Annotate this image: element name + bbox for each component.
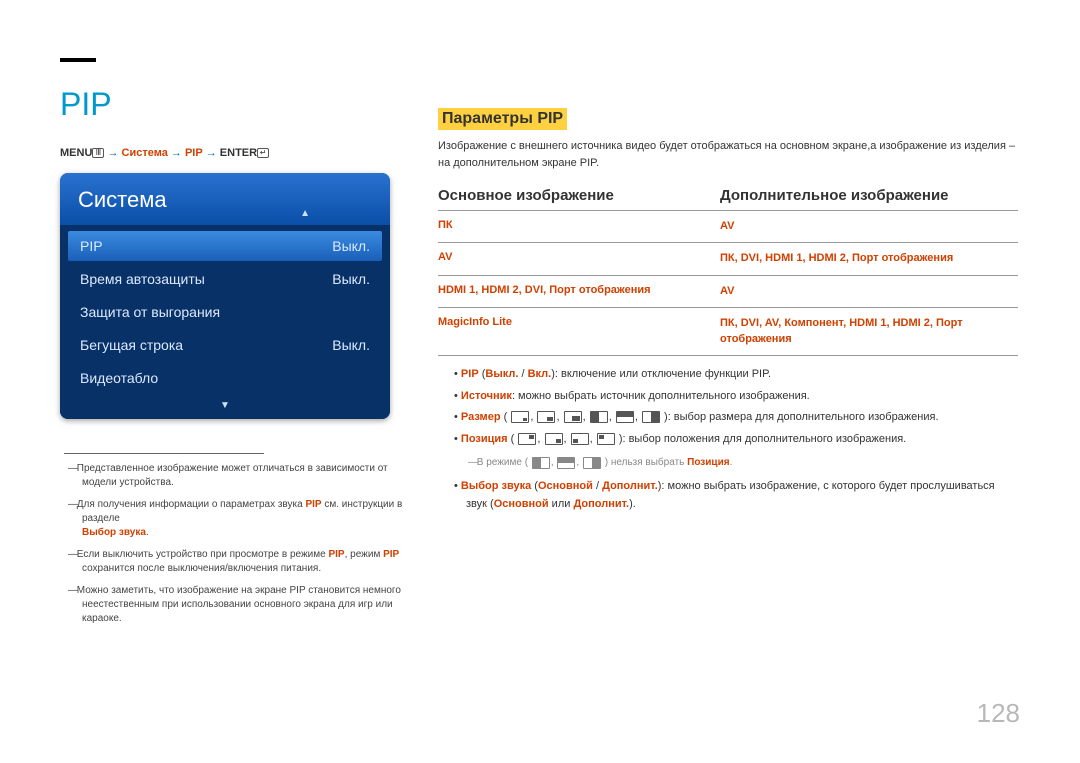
left-column: PIP MENUⅢ → Система → PIP → ENTER↵ Систе…: [60, 50, 420, 634]
arrow-icon: →: [206, 147, 217, 159]
menu-header-title: Система: [78, 187, 167, 212]
menu-icon: Ⅲ: [92, 148, 104, 158]
bullet-sound: Выбор звука (Основной / Дополнит.): можн…: [438, 478, 1018, 513]
menu-item-label: Бегущая строка: [80, 337, 183, 353]
menu-item-pip[interactable]: PIP Выкл.: [68, 231, 382, 261]
size-icon: [564, 411, 582, 423]
right-column: Параметры PIP Изображение с внешнего ист…: [438, 50, 1018, 518]
mode-icon: [583, 457, 601, 469]
page-title: PIP: [60, 86, 420, 123]
bullet-note: В режиме ( , , ) нельзя выбрать Позиция.: [438, 456, 1018, 470]
breadcrumb-menu: MENU: [60, 147, 92, 159]
table-headers: Основное изображение Дополнительное изоб…: [438, 187, 1018, 204]
cell-sub: ПК, DVI, AV, Компонент, HDMI 1, HDMI 2, …: [720, 316, 1018, 347]
section-description: Изображение с внешнего источника видео б…: [438, 138, 1018, 171]
cell-sub: ПК, DVI, HDMI 1, HDMI 2, Порт отображени…: [720, 251, 1018, 266]
cell-main: ПК: [438, 219, 720, 234]
enter-icon: ↵: [257, 148, 269, 158]
menu-item-label: PIP: [80, 238, 103, 254]
footnote: Если выключить устройство при просмотре …: [60, 548, 420, 576]
breadcrumb-enter: ENTER: [220, 147, 257, 159]
menu-item-label: Время автозащиты: [80, 271, 205, 287]
cell-sub: AV: [720, 284, 1018, 299]
cell-main: MagicInfo Lite: [438, 316, 720, 347]
table-row: AV ПК, DVI, HDMI 1, HDMI 2, Порт отображ…: [438, 242, 1018, 274]
footnote: Представленное изображение может отличат…: [60, 462, 420, 490]
footnote: Можно заметить, что изображение на экран…: [60, 584, 420, 626]
menu-item-value: Выкл.: [332, 271, 370, 287]
breadcrumb-system: Система: [122, 147, 168, 159]
bullet-pip: PIP (Выкл. / Вкл.): включение или отключ…: [438, 366, 1018, 384]
accent-rule: [60, 58, 96, 62]
table-row: HDMI 1, HDMI 2, DVI, Порт отображения AV: [438, 275, 1018, 307]
column-header-sub: Дополнительное изображение: [720, 187, 949, 204]
menu-item-label: Видеотабло: [80, 370, 158, 386]
menu-header: Система ▲: [60, 173, 390, 225]
table-row: ПК AV: [438, 210, 1018, 242]
cell-main: HDMI 1, HDMI 2, DVI, Порт отображения: [438, 284, 720, 299]
table-row: MagicInfo Lite ПК, DVI, AV, Компонент, H…: [438, 307, 1018, 356]
position-icon: [597, 433, 615, 445]
menu-body: PIP Выкл. Время автозащиты Выкл. Защита …: [60, 225, 390, 400]
position-icon: [545, 433, 563, 445]
menu-item-value: Выкл.: [332, 238, 370, 254]
size-icon: [616, 411, 634, 423]
page-number: 128: [977, 698, 1020, 729]
menu-item-autoguard[interactable]: Время автозащиты Выкл.: [68, 264, 382, 294]
menu-panel: Система ▲ PIP Выкл. Время автозащиты Вык…: [60, 173, 390, 419]
io-table: ПК AV AV ПК, DVI, HDMI 1, HDMI 2, Порт о…: [438, 210, 1018, 356]
size-icon: [642, 411, 660, 423]
notes-separator: [64, 453, 264, 454]
menu-item-videowall[interactable]: Видеотабло: [68, 363, 382, 393]
cell-main: AV: [438, 251, 720, 266]
menu-item-burnprotect[interactable]: Защита от выгорания: [68, 297, 382, 327]
bullet-list: PIP (Выкл. / Вкл.): включение или отключ…: [438, 366, 1018, 514]
position-icon: [571, 433, 589, 445]
footnote: Для получения информации о параметрах зв…: [60, 498, 420, 540]
mode-icon: [557, 457, 575, 469]
section-title: Параметры PIP: [438, 108, 567, 130]
mode-icon: [532, 457, 550, 469]
arrow-icon: →: [171, 147, 182, 159]
cell-sub: AV: [720, 219, 1018, 234]
bullet-position: Позиция ( , , , ): выбор положения для д…: [438, 431, 1018, 449]
menu-item-value: Выкл.: [332, 337, 370, 353]
breadcrumb-pip: PIP: [185, 147, 203, 159]
size-icon: [511, 411, 529, 423]
bullet-source: Источник: можно выбрать источник дополни…: [438, 388, 1018, 406]
bullet-size: Размер ( , , , , , ): выбор размера для …: [438, 409, 1018, 427]
column-header-main: Основное изображение: [438, 187, 720, 204]
size-icon: [590, 411, 608, 423]
nav-down-icon[interactable]: ▼: [60, 400, 390, 419]
menu-item-ticker[interactable]: Бегущая строка Выкл.: [68, 330, 382, 360]
size-icon: [537, 411, 555, 423]
menu-item-label: Защита от выгорания: [80, 304, 220, 320]
position-icon: [518, 433, 536, 445]
breadcrumb: MENUⅢ → Система → PIP → ENTER↵: [60, 147, 420, 159]
arrow-icon: →: [107, 147, 118, 159]
nav-up-icon[interactable]: ▲: [300, 208, 310, 219]
